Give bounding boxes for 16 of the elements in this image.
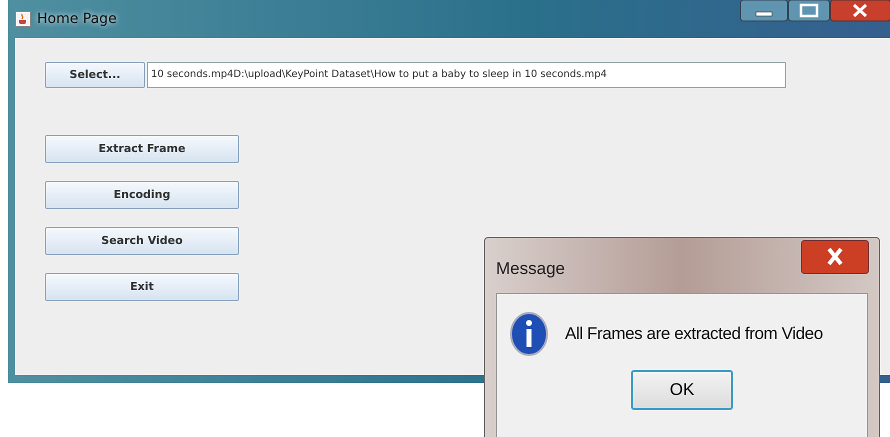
maximize-icon[interactable]	[788, 0, 830, 22]
window-title: Home Page	[37, 10, 117, 28]
close-icon[interactable]	[830, 0, 890, 22]
dialog-title: Message	[496, 258, 565, 280]
action-button[interactable]: Exit	[45, 273, 239, 301]
action-button[interactable]: Search Video	[45, 227, 239, 255]
close-icon[interactable]	[801, 240, 869, 275]
file-path-field[interactable]: 10 seconds.mp4D:\upload\KeyPoint Dataset\How to put a baby to sleep in 10 seconds.mp4	[147, 62, 786, 88]
ok-button[interactable]: OK	[631, 370, 733, 410]
minimize-icon[interactable]	[740, 0, 788, 22]
info-icon	[509, 312, 549, 356]
action-button[interactable]: Encoding	[45, 181, 239, 209]
java-cup-icon	[15, 11, 31, 27]
action-button[interactable]: Extract Frame	[45, 135, 239, 163]
select-button[interactable]: Select...	[45, 62, 145, 88]
dialog-message: All Frames are extracted from Video	[565, 323, 823, 346]
